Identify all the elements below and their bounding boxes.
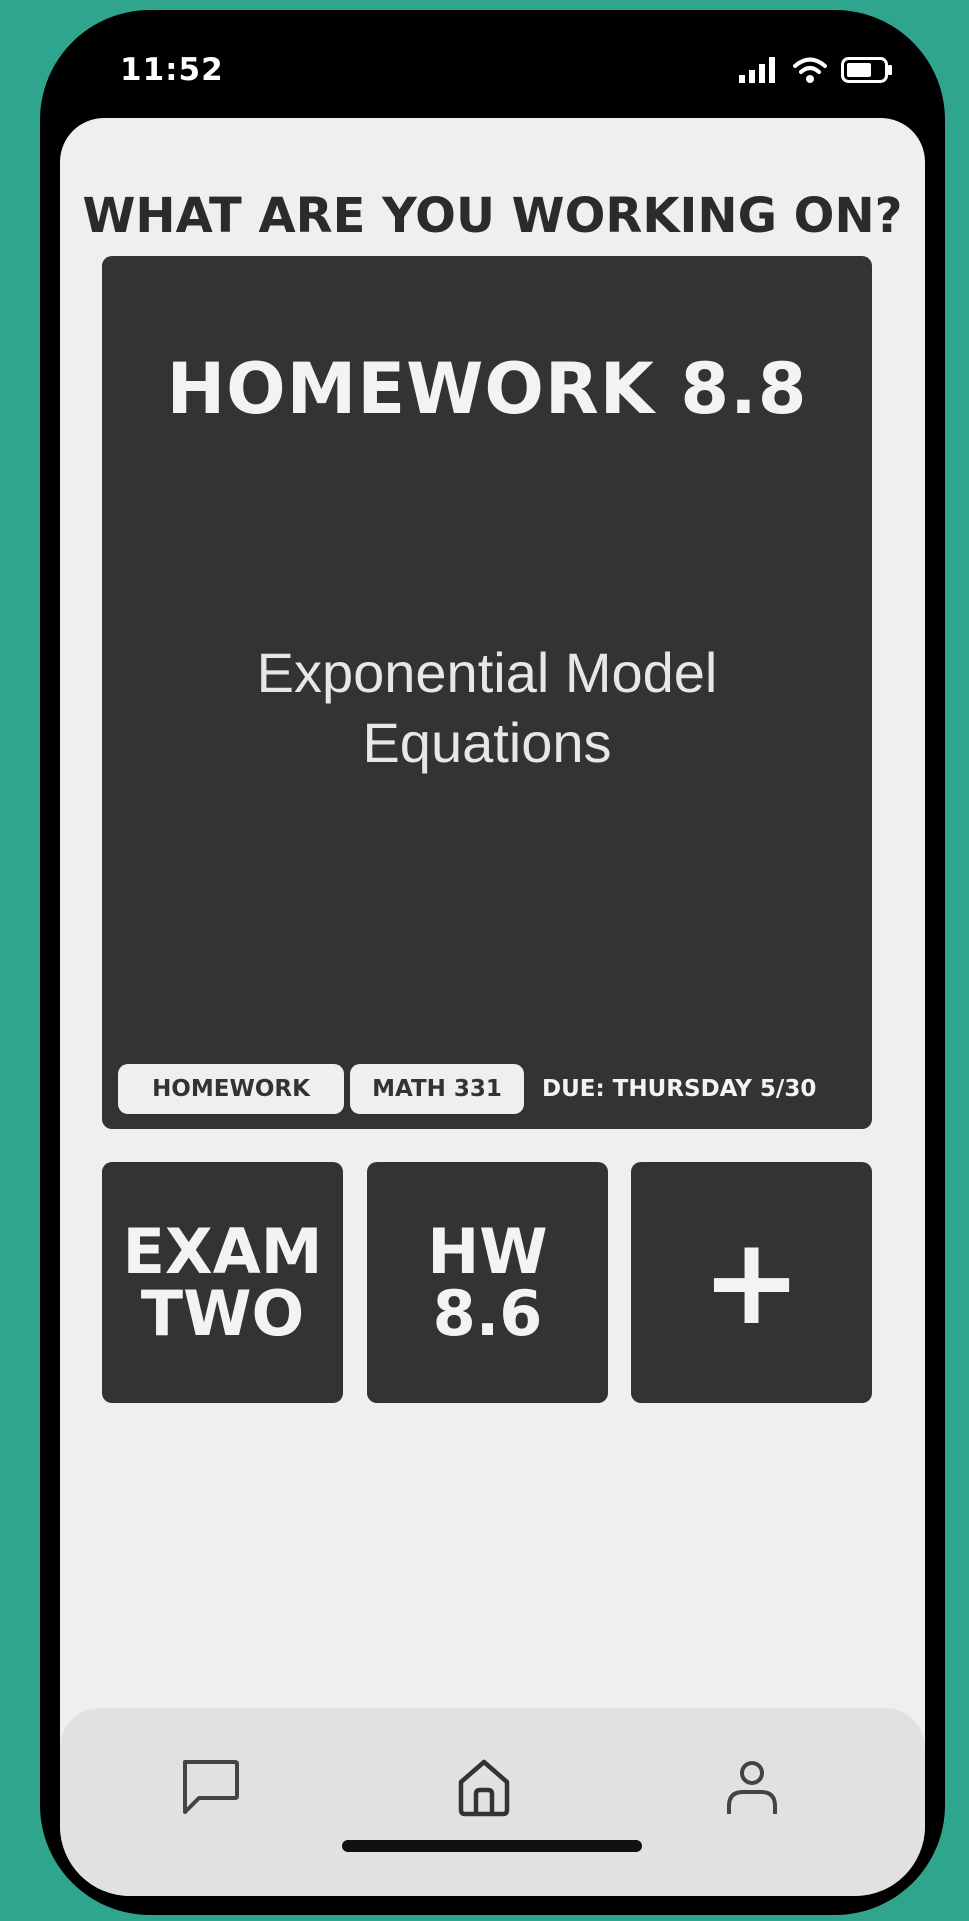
featured-title: HOMEWORK 8.8 — [166, 348, 808, 430]
home-indicator[interactable] — [342, 1840, 642, 1852]
plus-icon: + — [701, 1212, 802, 1352]
profile-icon — [727, 1761, 777, 1814]
wifi-icon — [793, 57, 827, 83]
chat-icon — [183, 1760, 239, 1814]
page-title: WHAT ARE YOU WORKING ON? — [82, 188, 903, 244]
tile-label-line1: HW — [427, 1214, 548, 1288]
tile-label-line2: TWO — [140, 1276, 305, 1350]
tile-label-line2: 8.6 — [432, 1276, 543, 1350]
due-label: DUE: THURSDAY — [542, 1076, 752, 1102]
add-assignment-button[interactable]: + — [631, 1162, 872, 1403]
assignment-tile-hw-8-6[interactable]: HW 8.6 — [367, 1162, 608, 1403]
course-tag: MATH 331 — [350, 1064, 524, 1114]
bottom-navigation — [60, 1708, 925, 1896]
tile-label-line1: EXAM — [122, 1214, 323, 1288]
app-screen: WHAT ARE YOU WORKING ON? HOMEWORK 8.8 Ex… — [60, 118, 925, 1896]
phone-frame: 11:52 WHAT ARE YOU WORKING ON? HOMEWORK … — [40, 10, 945, 1915]
due-date: 5/30 — [759, 1076, 817, 1102]
category-tag: HOMEWORK — [118, 1064, 344, 1114]
nav-home-button[interactable] — [449, 1752, 519, 1822]
battery-icon — [841, 57, 892, 83]
due-info: DUE: THURSDAY 5/30 — [542, 1064, 816, 1114]
status-icons — [739, 50, 893, 90]
featured-subtitle: Exponential Model Equations — [256, 641, 718, 774]
home-icon — [458, 1759, 510, 1817]
assignment-tile-exam-two[interactable]: EXAM TWO — [102, 1162, 343, 1403]
status-time: 11:52 — [120, 52, 224, 88]
nav-profile-button[interactable] — [717, 1752, 787, 1822]
nav-chat-button[interactable] — [175, 1752, 245, 1822]
featured-assignment-card[interactable]: HOMEWORK 8.8 Exponential Model Equations… — [102, 256, 872, 1129]
signal-icon — [739, 57, 775, 83]
